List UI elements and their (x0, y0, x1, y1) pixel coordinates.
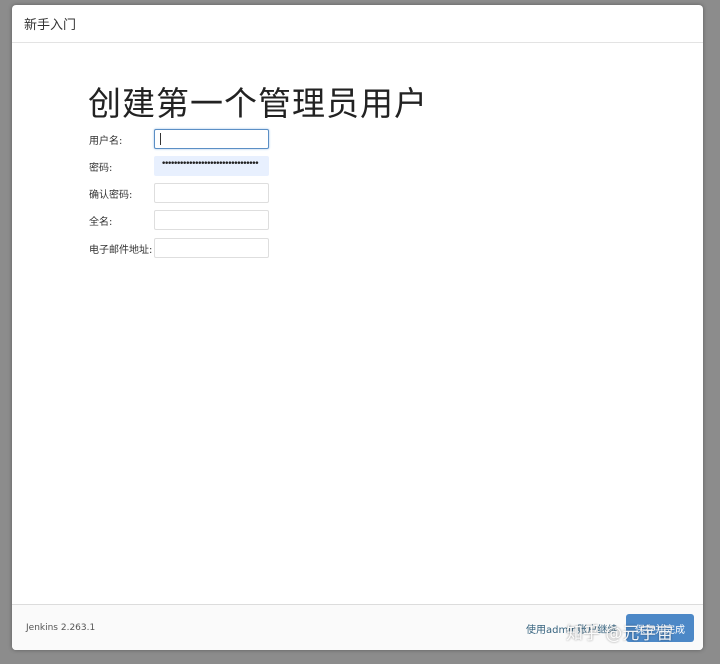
username-input[interactable] (154, 129, 269, 149)
confirm-password-input[interactable] (154, 183, 269, 203)
password-input[interactable]: •••••••••••••••••••••••••••••••• (154, 156, 269, 176)
setup-wizard-window: 新手入门 创建第一个管理员用户 用户名: 密码: •••••••••••••••… (12, 5, 703, 650)
confirm-password-row: 确认密码: (89, 183, 689, 203)
save-and-finish-button[interactable]: 保存并完成 (626, 614, 694, 642)
email-input[interactable] (154, 238, 269, 258)
password-row: 密码: •••••••••••••••••••••••••••••••• (89, 156, 689, 176)
username-label: 用户名: (89, 136, 123, 147)
fullname-row: 全名: (89, 210, 689, 230)
confirm-password-label: 确认密码: (89, 190, 133, 201)
fullname-input[interactable] (154, 210, 269, 230)
username-row: 用户名: (89, 129, 689, 149)
wizard-footer: Jenkins 2.263.1 使用admin账户继续 保存并完成 (12, 604, 703, 650)
page-title: 创建第一个管理员用户 (88, 84, 428, 123)
continue-as-admin-link[interactable]: 使用admin账户继续 (526, 621, 617, 636)
wizard-header: 新手入门 (12, 5, 703, 43)
password-label: 密码: (89, 163, 113, 174)
email-row: 电子邮件地址: (89, 238, 689, 258)
password-mask: •••••••••••••••••••••••••••••••• (161, 159, 260, 169)
text-caret (160, 133, 161, 145)
email-label: 电子邮件地址: (89, 245, 153, 256)
wizard-title: 新手入门 (24, 18, 77, 33)
fullname-label: 全名: (89, 217, 113, 228)
wizard-content: 创建第一个管理员用户 用户名: 密码: ••••••••••••••••••••… (12, 43, 703, 604)
version-label: Jenkins 2.263.1 (26, 623, 96, 633)
